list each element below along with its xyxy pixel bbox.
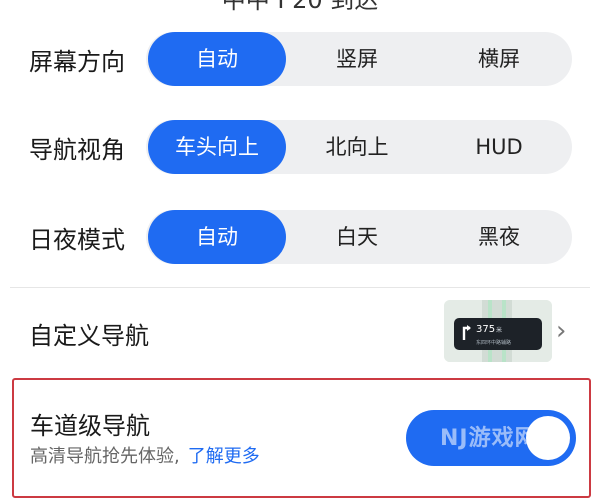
preview-street: 东四环中路辅路 xyxy=(476,339,511,346)
nav-view-option-north-up[interactable]: 北向上 xyxy=(288,120,426,174)
top-partial-text: 中中 I 20 到达 xyxy=(221,0,379,14)
day-night-label: 日夜模式 xyxy=(29,226,125,254)
custom-nav-preview-thumbnail[interactable]: 375 米 东四环中路辅路 xyxy=(444,300,552,362)
lane-nav-subtitle-text: 高清导航抢先体验, xyxy=(30,446,180,467)
preview-distance: 375 xyxy=(476,324,495,335)
day-night-option-night[interactable]: 黑夜 xyxy=(428,210,570,264)
lane-nav-highlight-box: 车道级导航 高清导航抢先体验, 了解更多 NJ游戏网 xyxy=(12,378,591,498)
map-preview-graphic: 375 米 东四环中路辅路 xyxy=(444,300,552,362)
lane-nav-title: 车道级导航 xyxy=(30,412,150,440)
toggle-knob xyxy=(526,416,570,460)
day-night-option-day[interactable]: 白天 xyxy=(288,210,426,264)
nav-view-label: 导航视角 xyxy=(29,136,125,164)
watermark-text: NJ游戏网 xyxy=(440,426,538,451)
orientation-option-portrait[interactable]: 竖屏 xyxy=(288,32,426,86)
chevron-right-icon[interactable]: › xyxy=(556,316,566,346)
screen-orientation-label: 屏幕方向 xyxy=(29,48,125,76)
learn-more-link[interactable]: 了解更多 xyxy=(188,446,260,467)
lane-nav-subtitle: 高清导航抢先体验, 了解更多 xyxy=(30,442,260,468)
nav-view-option-heading-up[interactable]: 车头向上 xyxy=(148,120,286,174)
lane-nav-toggle[interactable]: NJ游戏网 xyxy=(406,410,576,466)
screen-orientation-segmented-control: 自动 竖屏 横屏 xyxy=(146,32,572,86)
custom-nav-label[interactable]: 自定义导航 xyxy=(29,316,149,351)
section-divider xyxy=(10,287,590,288)
day-night-segmented-control: 自动 白天 黑夜 xyxy=(146,210,572,264)
preview-unit: 米 xyxy=(496,326,502,334)
day-night-option-auto[interactable]: 自动 xyxy=(148,210,286,264)
orientation-option-landscape[interactable]: 横屏 xyxy=(428,32,570,86)
nav-view-segmented-control: 车头向上 北向上 HUD xyxy=(146,120,572,174)
navigation-settings-screen: 中中 I 20 到达 屏幕方向 自动 竖屏 横屏 导航视角 车头向上 北向上 H… xyxy=(0,0,600,500)
orientation-option-auto[interactable]: 自动 xyxy=(148,32,286,86)
nav-view-option-hud[interactable]: HUD xyxy=(428,120,570,174)
